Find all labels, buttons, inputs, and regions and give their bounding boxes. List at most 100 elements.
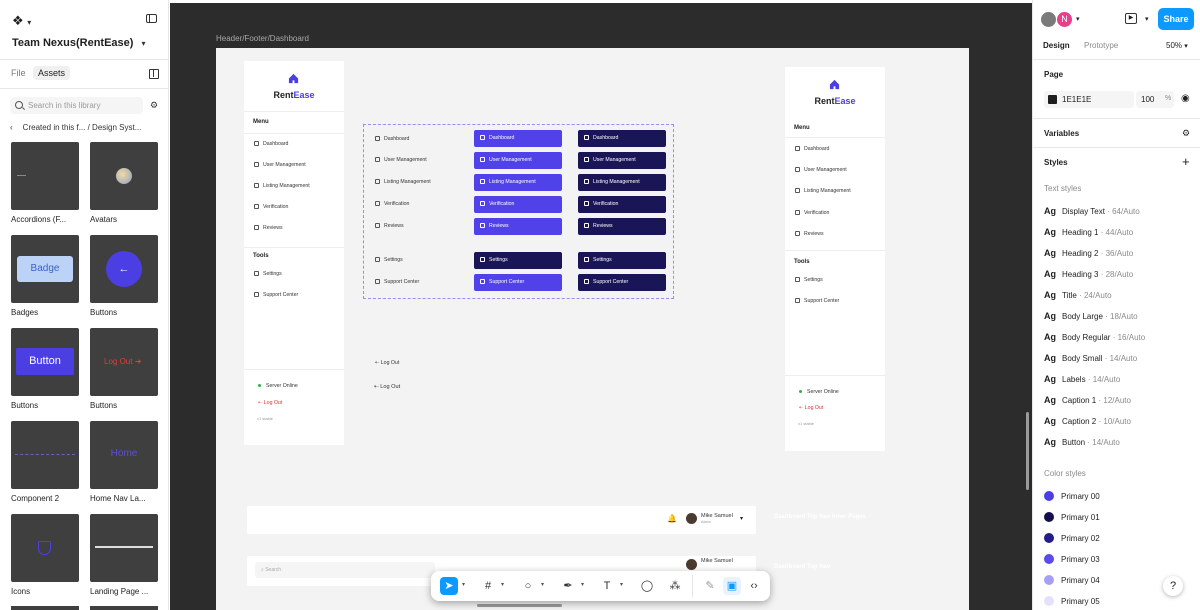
add-style-icon[interactable]: + [1182, 154, 1190, 169]
variant-active-reviews[interactable]: Reviews [578, 218, 666, 235]
sidebar-item-listings[interactable]: Listing Management [254, 183, 310, 189]
text-style-item[interactable]: Ag Title · 24/Auto [1044, 290, 1112, 300]
variant-default-support[interactable]: Support Center [375, 279, 419, 285]
logout-variant[interactable]: ⇠ Log Out [374, 384, 400, 390]
page-opacity-value[interactable]: 100 [1141, 95, 1154, 104]
asset-home-nav[interactable]: Home Home Nav La... [90, 421, 159, 503]
library-icon[interactable] [149, 69, 159, 79]
text-style-item[interactable]: Ag Heading 1 · 44/Auto [1044, 227, 1133, 237]
variant-default-listings[interactable]: Listing Management [375, 179, 431, 185]
figma-menu-button[interactable]: ❖ ▾ [12, 13, 31, 29]
text-style-item[interactable]: Ag Caption 1 · 12/Auto [1044, 395, 1131, 405]
color-style-item[interactable]: Primary 00 [1044, 491, 1100, 501]
sidebar-item-dashboard[interactable]: Dashboard [254, 141, 288, 147]
variant-default-reviews[interactable]: Reviews [375, 223, 404, 229]
variant-active-users[interactable]: User Management [578, 152, 666, 169]
logout-variant-small[interactable]: ⇠ Log Out [375, 360, 399, 366]
variables-settings-icon[interactable]: ⚙ [1182, 128, 1190, 139]
logout-link[interactable]: ⇠ Log Out [799, 405, 823, 411]
tab-design[interactable]: Design [1043, 41, 1070, 50]
asset-accordions[interactable]: Accordions (F... [11, 142, 80, 224]
logout-link[interactable]: ⇠ Log Out [258, 400, 282, 406]
breadcrumb[interactable]: ‹ Created in this f... / Design Syst... [10, 123, 141, 132]
back-chevron-icon[interactable]: ‹ [10, 123, 13, 132]
sidebar-component-a[interactable]: RentEase Menu Dashboard User Management … [244, 61, 344, 445]
help-button[interactable]: ? [1163, 576, 1183, 596]
chevron-down-icon[interactable]: ▾ [462, 581, 465, 588]
draw-mode-icon[interactable]: ✎ [701, 577, 719, 595]
team-name[interactable]: Team Nexus(RentEase) ▾ [12, 37, 146, 49]
color-style-item[interactable]: Primary 04 [1044, 575, 1100, 585]
text-style-item[interactable]: Ag Body Regular · 16/Auto [1044, 332, 1145, 342]
chevron-down-icon[interactable]: ▾ [1076, 15, 1080, 23]
asset-buttons-logout[interactable]: Log Out ➜ Buttons [90, 328, 159, 410]
sidebar-item-users[interactable]: User Management [254, 162, 306, 168]
asset-icons[interactable]: Icons [11, 514, 80, 596]
variant-active-settings[interactable]: Settings [578, 252, 666, 269]
sidebar-item-verification[interactable]: Verification [254, 204, 288, 210]
avatar[interactable]: N [1057, 12, 1072, 27]
present-icon[interactable]: ▶ [1125, 13, 1137, 24]
avatar[interactable] [686, 559, 697, 570]
text-style-item[interactable]: Ag Button · 14/Auto [1044, 437, 1120, 447]
page-color-field[interactable]: 1E1E1E [1044, 91, 1134, 108]
chevron-down-icon[interactable]: ▾ [541, 581, 544, 588]
asset-avatars[interactable]: Avatars [90, 142, 159, 224]
avatar[interactable] [686, 513, 697, 524]
dev-mode-icon[interactable]: ‹› [745, 577, 763, 595]
variant-active-dashboard[interactable]: Dashboard [578, 130, 666, 147]
sidebar-item-settings[interactable]: Settings [795, 277, 823, 283]
variant-default-settings[interactable]: Settings [375, 257, 403, 263]
design-canvas[interactable]: Header/Footer/Dashboard RentEase Menu Da… [170, 3, 1032, 610]
horizontal-scrollbar[interactable] [477, 604, 562, 607]
assets-search-input[interactable]: Search in this library [10, 97, 143, 114]
avatar[interactable] [1041, 12, 1056, 27]
text-style-item[interactable]: Ag Labels · 14/Auto [1044, 374, 1120, 384]
variant-active-support[interactable]: Support Center [578, 274, 666, 291]
chevron-down-icon[interactable]: ▾ [501, 581, 504, 588]
text-style-item[interactable]: Ag Display Text · 64/Auto [1044, 206, 1140, 216]
variant-hover-users[interactable]: User Management [474, 152, 562, 169]
sidebar-item-dashboard[interactable]: Dashboard [795, 146, 829, 152]
color-style-item[interactable]: Primary 05 [1044, 596, 1100, 606]
asset-landing-page[interactable]: Landing Page ... [90, 514, 159, 596]
color-style-item[interactable]: Primary 01 [1044, 512, 1100, 522]
design-mode-icon[interactable]: ▣ [723, 577, 741, 595]
sidebar-item-support[interactable]: Support Center [254, 292, 298, 298]
variant-default-dashboard[interactable]: Dashboard [375, 136, 409, 142]
shape-tool-icon[interactable]: ○ [519, 577, 537, 595]
variant-default-users[interactable]: User Management [375, 157, 427, 163]
tab-file[interactable]: File [11, 68, 26, 78]
chevron-down-icon[interactable]: ▾ [581, 581, 584, 588]
bell-icon[interactable]: 🔔 [667, 514, 677, 523]
variant-hover-settings[interactable]: Settings [474, 252, 562, 269]
variant-active-verification[interactable]: Verification [578, 196, 666, 213]
top-nav-search-input[interactable]: ⌕ Search [255, 562, 435, 578]
variant-hover-verification[interactable]: Verification [474, 196, 562, 213]
asset-component-2[interactable]: Component 2 [11, 421, 80, 503]
variant-hover-dashboard[interactable]: Dashboard [474, 130, 562, 147]
chevron-down-icon[interactable]: ▾ [740, 515, 743, 522]
text-style-item[interactable]: Ag Heading 3 · 28/Auto [1044, 269, 1133, 279]
comment-tool-icon[interactable]: ◯ [638, 577, 656, 595]
top-nav-inner-pages[interactable]: 🔔 Mike Samuel Admin ▾ [247, 506, 756, 534]
asset-buttons-round[interactable]: ← Buttons [90, 235, 159, 317]
color-style-item[interactable]: Primary 03 [1044, 554, 1100, 564]
sidebar-item-reviews[interactable]: Reviews [254, 225, 283, 231]
sidebar-item-settings[interactable]: Settings [254, 271, 282, 277]
share-button[interactable]: Share [1158, 8, 1194, 30]
frame-header-footer-dashboard[interactable]: RentEase Menu Dashboard User Management … [216, 48, 969, 610]
asset-badges[interactable]: Badge Badges [11, 235, 80, 317]
text-style-item[interactable]: Ag Heading 2 · 36/Auto [1044, 248, 1133, 258]
frame-label[interactable]: Header/Footer/Dashboard [216, 34, 309, 43]
text-style-item[interactable]: Ag Body Large · 18/Auto [1044, 311, 1138, 321]
variant-hover-support[interactable]: Support Center [474, 274, 562, 291]
move-tool-icon[interactable]: ➤ [440, 577, 458, 595]
sidebar-toggle-icon[interactable] [146, 14, 157, 23]
tab-assets[interactable]: Assets [33, 66, 71, 80]
sidebar-item-verification[interactable]: Verification [795, 210, 829, 216]
pen-tool-icon[interactable]: ✒ [559, 577, 577, 595]
page-color-value[interactable]: 1E1E1E [1062, 95, 1091, 104]
zoom-control[interactable]: 50% ▾ [1166, 41, 1188, 50]
text-style-item[interactable]: Ag Caption 2 · 10/Auto [1044, 416, 1131, 426]
